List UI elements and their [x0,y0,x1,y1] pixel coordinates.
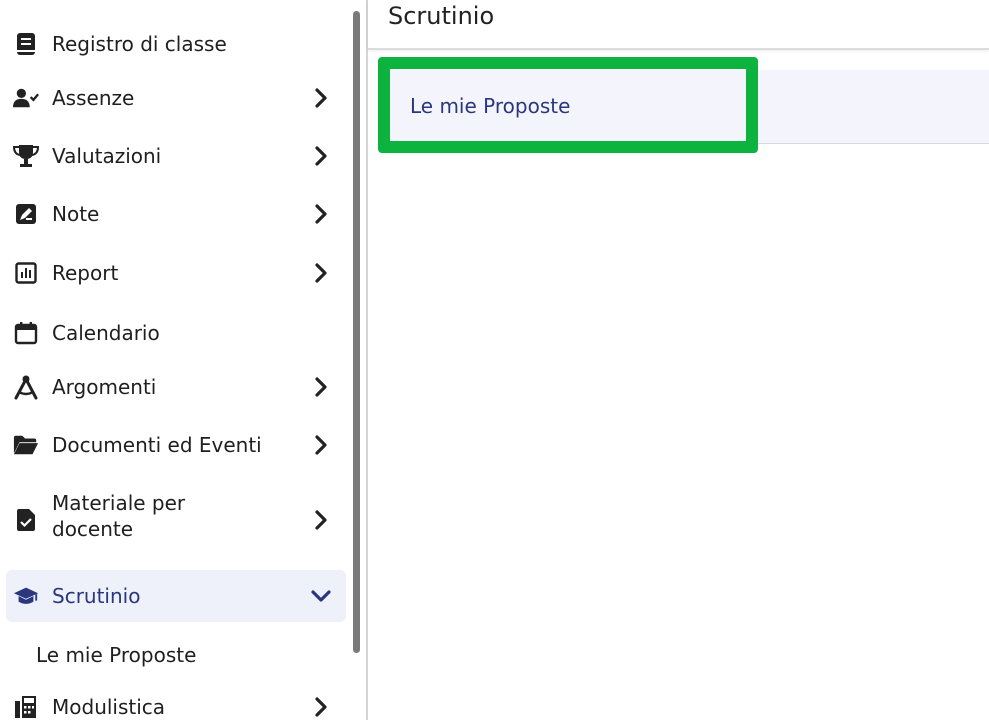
chevron-down-icon [310,585,332,607]
sidebar-item-label: Documenti ed Eventi [52,433,262,457]
sidebar-item-report[interactable]: Report [6,256,346,290]
sidebar-item-label: Valutazioni [52,144,162,168]
chevron-right-icon [310,87,332,109]
sidebar-item-modulistica[interactable]: Modulistica [6,690,346,720]
trophy-icon [13,143,39,169]
chevron-right-icon [310,203,332,225]
sidebar-item-calendario[interactable]: Calendario [6,316,346,350]
graduation-cap-icon [13,583,39,609]
sidebar-item-label-line2: docente [52,517,134,541]
sidebar-item-label: Materiale per docente [52,490,185,542]
sidebar-subitem-le-mie-proposte[interactable]: Le mie Proposte [36,643,196,667]
sidebar-item-label: Assenze [52,86,135,110]
sidebar: Registro di classe Assenze Valutazioni N… [0,0,355,720]
compass-icon [13,374,39,400]
sidebar-item-label-line1: Materiale per [52,491,186,515]
sidebar-scrollbar-thumb[interactable] [353,11,360,653]
sidebar-item-label: Argomenti [52,375,157,399]
sidebar-item-label: Note [52,202,100,226]
chevron-right-icon [310,145,332,167]
sidebar-item-argomenti[interactable]: Argomenti [6,370,346,404]
sidebar-item-registro-di-classe[interactable]: Registro di classe [6,27,346,61]
main-header: Scrutinio [368,0,989,50]
note-edit-icon [13,201,39,227]
chevron-right-icon [310,434,332,456]
sidebar-item-scrutinio[interactable]: Scrutinio [6,570,346,622]
chevron-right-icon [310,509,332,531]
le-mie-proposte-link[interactable]: Le mie Proposte [410,94,570,118]
page-title: Scrutinio [388,2,495,30]
fax-icon [13,694,39,720]
sidebar-item-valutazioni[interactable]: Valutazioni [6,139,346,173]
sidebar-item-label: Modulistica [52,695,166,719]
sidebar-item-assenze[interactable]: Assenze [6,81,346,115]
sidebar-item-label: Scrutinio [52,584,141,608]
book-icon [13,31,39,57]
sidebar-item-note[interactable]: Note [6,197,346,231]
sidebar-item-label: Registro di classe [52,32,227,56]
sidebar-item-label: Calendario [52,321,160,345]
chevron-right-icon [310,376,332,398]
folder-open-icon [13,432,39,458]
file-check-icon [13,507,39,533]
chevron-right-icon [310,696,332,718]
sidebar-item-documenti-ed-eventi[interactable]: Documenti ed Eventi [6,428,346,462]
sidebar-item-label: Report [52,261,119,285]
calendar-icon [13,320,39,346]
sidebar-item-materiale-per-docente[interactable]: Materiale per docente [6,490,346,550]
chevron-right-icon [310,262,332,284]
user-check-icon [13,85,39,111]
bar-chart-icon [13,260,39,286]
